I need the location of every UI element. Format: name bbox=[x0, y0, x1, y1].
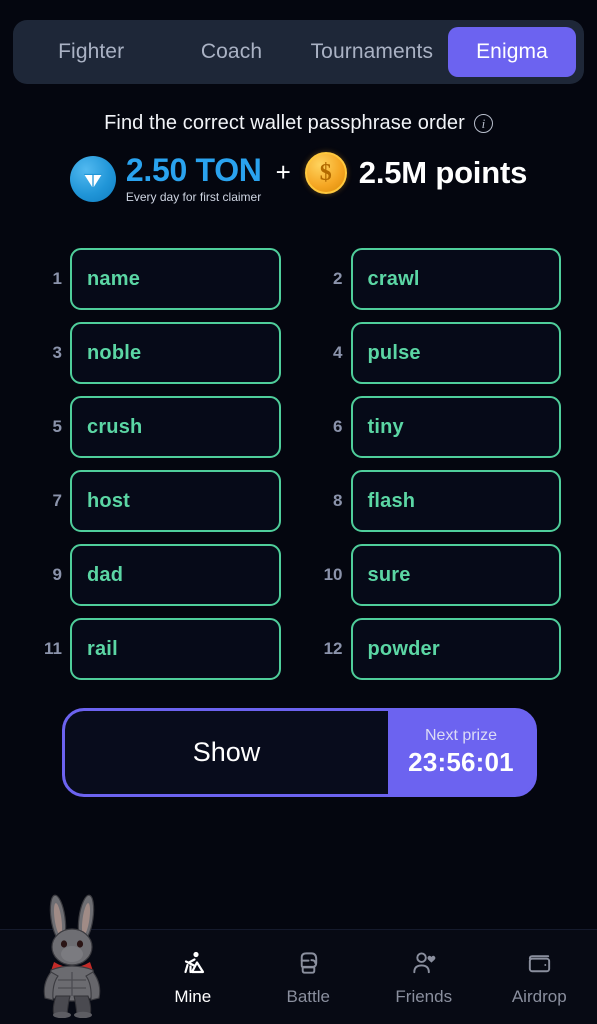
tab-tournaments[interactable]: Tournaments bbox=[302, 27, 442, 77]
show-timer-row: Show Next prize 23:56:01 bbox=[62, 708, 537, 797]
tab-coach[interactable]: Coach bbox=[161, 27, 301, 77]
nav-label-friends: Friends bbox=[395, 987, 453, 1006]
word-box[interactable]: tiny bbox=[350, 396, 561, 458]
word-label: rail bbox=[87, 637, 118, 660]
info-icon[interactable]: i bbox=[473, 114, 493, 133]
ton-subtitle: Every day for first claimer bbox=[125, 190, 262, 204]
word-index: 11 bbox=[44, 639, 62, 658]
word-label: dad bbox=[87, 563, 124, 586]
word-box[interactable]: flash bbox=[350, 470, 561, 532]
word-index: 9 bbox=[52, 565, 62, 584]
ton-amount: 2.50 TON bbox=[125, 152, 262, 188]
word-index: 8 bbox=[333, 491, 343, 510]
word-label: host bbox=[87, 489, 131, 512]
ton-coin-icon bbox=[69, 156, 116, 202]
person-heart-icon bbox=[409, 947, 438, 980]
prize-row: 2.50 TON Every day for first claimer + $… bbox=[0, 152, 597, 206]
pickaxe-miner-icon bbox=[178, 947, 208, 980]
boxing-glove-icon bbox=[294, 947, 323, 980]
wallet-icon bbox=[525, 947, 554, 980]
next-prize-countdown: 23:56:01 bbox=[408, 747, 514, 777]
nav-label-battle: Battle bbox=[286, 987, 330, 1006]
word-cell: 5 crush bbox=[36, 396, 281, 458]
word-cell: 7 host bbox=[36, 470, 281, 532]
word-index: 2 bbox=[333, 269, 343, 288]
word-index: 1 bbox=[52, 269, 62, 288]
next-prize-timer: Next prize 23:56:01 bbox=[388, 711, 534, 794]
word-index: 12 bbox=[323, 639, 343, 658]
nav-label-mine: Mine bbox=[174, 987, 212, 1006]
top-tab-bar: Fighter Coach Tournaments Enigma bbox=[13, 20, 584, 84]
word-box[interactable]: pulse bbox=[350, 322, 561, 384]
word-cell: 9 dad bbox=[36, 544, 281, 606]
passphrase-grid: 1 name 2 crawl 3 noble 4 pulse 5 crush 6… bbox=[36, 248, 561, 680]
word-box[interactable]: powder bbox=[350, 618, 561, 680]
word-label: crawl bbox=[367, 267, 420, 290]
page-title: Find the correct wallet passphrase order bbox=[104, 112, 465, 134]
word-label: sure bbox=[367, 563, 411, 586]
nav-item-airdrop[interactable]: Airdrop bbox=[482, 947, 597, 1007]
nav-item-battle[interactable]: Battle bbox=[251, 947, 367, 1007]
word-label: tiny bbox=[367, 415, 404, 438]
word-label: name bbox=[87, 267, 141, 290]
word-box[interactable]: rail bbox=[70, 618, 281, 680]
word-index: 4 bbox=[333, 343, 343, 362]
word-box[interactable]: name bbox=[70, 248, 281, 310]
points-prize: $ 2.5M points bbox=[304, 152, 528, 194]
page-title-row: Find the correct wallet passphrase order… bbox=[0, 112, 597, 135]
word-cell: 11 rail bbox=[36, 618, 281, 680]
rabbit-fighter-mascot bbox=[18, 892, 126, 1018]
next-prize-label: Next prize bbox=[424, 727, 498, 744]
show-button-label: Show bbox=[192, 737, 261, 767]
word-box[interactable]: dad bbox=[70, 544, 281, 606]
tab-enigma[interactable]: Enigma bbox=[447, 27, 576, 77]
nav-item-mine[interactable]: Mine bbox=[135, 947, 251, 1007]
app-root: Fighter Coach Tournaments Enigma Find th… bbox=[0, 0, 597, 1024]
word-index: 5 bbox=[52, 417, 62, 436]
word-label: crush bbox=[87, 415, 143, 438]
word-cell: 6 tiny bbox=[317, 396, 561, 458]
word-cell: 3 noble bbox=[36, 322, 281, 384]
word-index: 3 bbox=[52, 343, 62, 362]
show-button[interactable]: Show bbox=[65, 711, 388, 794]
word-label: noble bbox=[87, 341, 142, 364]
word-cell: 10 sure bbox=[317, 544, 561, 606]
word-box[interactable]: crush bbox=[70, 396, 281, 458]
word-cell: 8 flash bbox=[317, 470, 561, 532]
prize-separator: + bbox=[275, 156, 291, 187]
word-label: powder bbox=[367, 637, 440, 660]
word-cell: 4 pulse bbox=[317, 322, 561, 384]
word-cell: 12 powder bbox=[317, 618, 561, 680]
word-cell: 2 crawl bbox=[317, 248, 561, 310]
word-index: 7 bbox=[52, 491, 62, 510]
word-index: 10 bbox=[323, 565, 343, 584]
word-cell: 1 name bbox=[36, 248, 281, 310]
word-box[interactable]: crawl bbox=[350, 248, 561, 310]
points-amount: 2.5M points bbox=[358, 155, 528, 190]
gold-coin-icon: $ bbox=[304, 152, 347, 194]
word-index: 6 bbox=[333, 417, 343, 436]
word-label: flash bbox=[367, 489, 416, 512]
word-box[interactable]: host bbox=[70, 470, 281, 532]
nav-label-airdrop: Airdrop bbox=[511, 987, 567, 1006]
nav-item-friends[interactable]: Friends bbox=[366, 947, 482, 1007]
tab-fighter[interactable]: Fighter bbox=[21, 27, 161, 77]
ton-prize: 2.50 TON Every day for first claimer bbox=[69, 152, 262, 204]
word-box[interactable]: noble bbox=[70, 322, 281, 384]
word-box[interactable]: sure bbox=[350, 544, 561, 606]
word-label: pulse bbox=[367, 341, 421, 364]
